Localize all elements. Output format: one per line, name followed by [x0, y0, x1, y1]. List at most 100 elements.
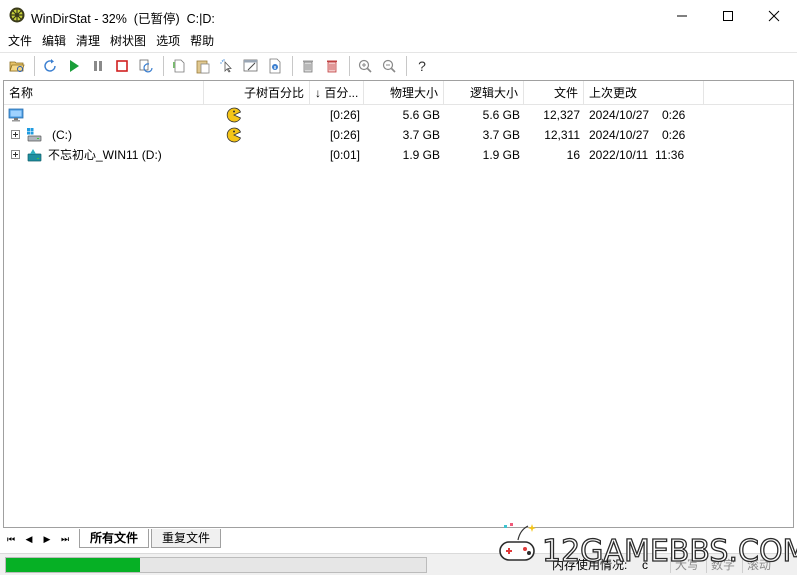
open-button[interactable]: [6, 55, 28, 77]
zoom-out-icon: [382, 59, 396, 73]
close-button[interactable]: [751, 0, 797, 31]
item-date: 2024/10/27: [589, 128, 650, 142]
tab-prev-icon[interactable]: ◀: [23, 531, 35, 547]
item-physical-size: 1.9 GB: [402, 148, 440, 162]
menu-clean[interactable]: 清理: [71, 31, 105, 51]
status-bar: 内存使用情况: c 大写 数字 滚动: [0, 553, 797, 575]
trash-red-icon: [327, 60, 337, 73]
window-edit-icon: [243, 59, 258, 72]
window-title: WinDirStat - 32% (已暂停) C:|D:: [31, 12, 215, 26]
pacman-progress-icon: [226, 107, 242, 123]
item-time: [0:01]: [329, 148, 360, 162]
title-bar: WinDirStat - 32% (已暂停) C:|D:: [0, 0, 797, 31]
drive-c-icon: [27, 128, 42, 142]
clipboard-icon: [196, 60, 210, 74]
item-logical-size: 3.7 GB: [482, 128, 520, 142]
properties-icon: [269, 58, 281, 74]
refresh-icon: [44, 59, 56, 72]
copy-path-button[interactable]: [168, 55, 190, 77]
play-icon: [70, 60, 79, 72]
delete-recycle-button[interactable]: [297, 55, 319, 77]
directory-list: 名称 子树百分比 ↓ 百分... 物理大小 逻辑大小 文件 上次更改 [0:26…: [3, 80, 794, 528]
refresh-selected-icon: [139, 59, 153, 73]
menu-treemap[interactable]: 树状图: [105, 31, 151, 51]
column-header-subtree-percent[interactable]: 子树百分比: [204, 81, 310, 105]
toolbar-separator: [34, 56, 35, 76]
delete-permanent-button[interactable]: [321, 55, 343, 77]
tab-all-files[interactable]: 所有文件: [79, 529, 150, 548]
menu-edit[interactable]: 编辑: [37, 31, 71, 51]
cursor-sparkle-icon: [220, 59, 232, 73]
windirstat-app-icon: [9, 7, 25, 23]
menu-help[interactable]: 帮助: [185, 31, 219, 51]
list-item[interactable]: (C:) [0:26] 3.7 GB 3.7 GB 12,311 2024/10…: [4, 125, 793, 145]
memory-usage-value: c: [642, 558, 648, 572]
column-header-physical-size[interactable]: 物理大小: [364, 81, 444, 105]
column-header-logical-size[interactable]: 逻辑大小: [444, 81, 524, 105]
menu-options[interactable]: 选项: [151, 31, 185, 51]
item-name: 不忘初心_WIN11 (D:): [48, 148, 162, 162]
item-time-of-day: 0:26: [662, 108, 686, 122]
command-prompt-button[interactable]: [240, 55, 262, 77]
pause-button[interactable]: [87, 55, 109, 77]
column-header-percent[interactable]: ↓ 百分...: [310, 81, 364, 105]
drive-d-icon: [27, 149, 42, 162]
copy-path-icon: [173, 59, 185, 73]
expand-toggle[interactable]: [11, 130, 20, 139]
maximize-button[interactable]: [705, 0, 751, 31]
menu-file[interactable]: 文件: [3, 31, 37, 51]
item-date: 2024/10/27: [589, 108, 650, 122]
tab-first-icon[interactable]: ⏮: [5, 531, 17, 547]
view-tabs: ⏮ ◀ ▶ ⏭ 所有文件 重复文件: [3, 529, 794, 549]
column-header-last-modified[interactable]: 上次更改: [584, 81, 704, 105]
item-files: 12,327: [543, 108, 580, 122]
list-item[interactable]: 不忘初心_WIN11 (D:) [0:01] 1.9 GB 1.9 GB 16 …: [4, 145, 793, 165]
num-lock-indicator: 数字: [706, 557, 739, 573]
toolbar-separator: [349, 56, 350, 76]
toolbar: ?: [0, 52, 797, 79]
scan-progress-bar: [5, 557, 427, 573]
item-time-of-day: 0:26: [662, 128, 686, 142]
column-header-files[interactable]: 文件: [524, 81, 584, 105]
trash-icon: [303, 60, 313, 73]
item-files: 16: [566, 148, 580, 162]
close-icon: [768, 10, 780, 21]
item-logical-size: 5.6 GB: [482, 108, 520, 122]
caps-lock-indicator: 大写: [670, 557, 703, 573]
refresh-selected-button[interactable]: [135, 55, 157, 77]
item-time-of-day: 11:36: [655, 148, 685, 162]
explorer-button[interactable]: [216, 55, 238, 77]
minimize-button[interactable]: [659, 0, 705, 31]
scan-progress-fill: [6, 558, 140, 572]
stop-button[interactable]: [111, 55, 133, 77]
computer-icon: [8, 108, 24, 122]
list-header: 名称 子树百分比 ↓ 百分... 物理大小 逻辑大小 文件 上次更改: [4, 81, 793, 105]
maximize-icon: [723, 10, 733, 21]
paste-button[interactable]: [192, 55, 214, 77]
resume-button[interactable]: [63, 55, 85, 77]
item-time: [0:26]: [329, 128, 360, 142]
help-button[interactable]: ?: [411, 55, 433, 77]
toolbar-separator: [292, 56, 293, 76]
zoom-in-icon: [358, 59, 372, 73]
zoom-out-button[interactable]: [378, 55, 400, 77]
zoom-in-button[interactable]: [354, 55, 376, 77]
toolbar-separator: [163, 56, 164, 76]
column-header-name[interactable]: 名称: [4, 81, 204, 105]
item-logical-size: 1.9 GB: [482, 148, 520, 162]
refresh-button[interactable]: [39, 55, 61, 77]
item-files: 12,311: [544, 128, 580, 142]
list-item[interactable]: [0:26] 5.6 GB 5.6 GB 12,327 2024/10/27 0…: [4, 105, 793, 125]
tab-last-icon[interactable]: ⏭: [59, 531, 71, 547]
item-date: 2022/10/11: [589, 148, 649, 162]
pacman-progress-icon: [226, 127, 242, 143]
properties-button[interactable]: [264, 55, 286, 77]
tab-duplicate-files[interactable]: 重复文件: [151, 529, 222, 548]
tab-next-icon[interactable]: ▶: [41, 531, 53, 547]
toolbar-separator: [406, 56, 407, 76]
expand-toggle[interactable]: [11, 150, 20, 159]
item-physical-size: 3.7 GB: [402, 128, 440, 142]
pause-icon: [94, 61, 102, 71]
minimize-icon: [677, 15, 687, 16]
help-icon: ?: [418, 58, 426, 74]
